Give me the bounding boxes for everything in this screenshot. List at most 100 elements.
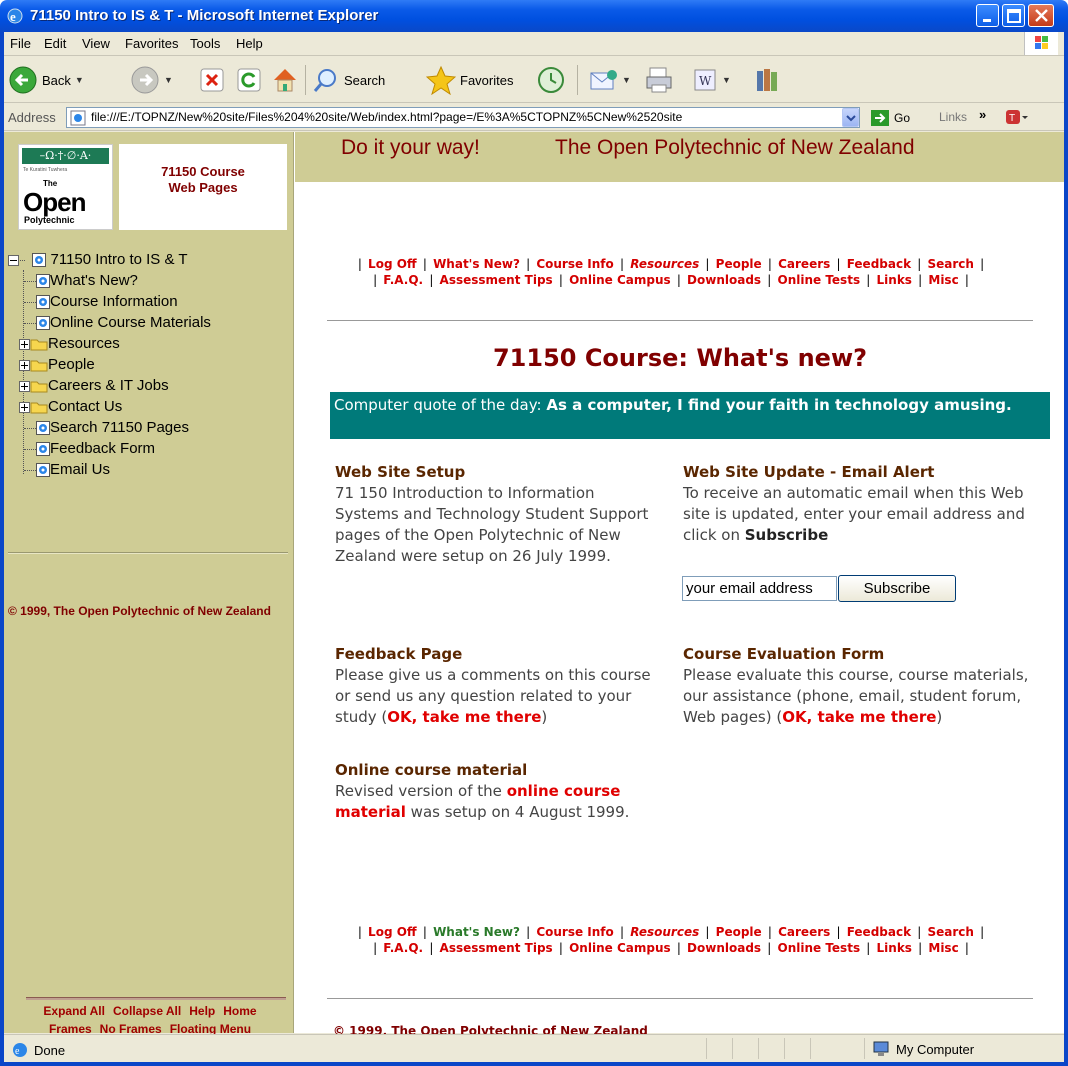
ie-app-icon[interactable]: e <box>6 7 24 25</box>
chevron-down-icon[interactable]: ▼ <box>164 75 173 85</box>
tree-item-feedback-form[interactable]: Feedback Form <box>24 439 155 460</box>
address-input[interactable]: file:///E:/TOPNZ/New%20site/Files%204%20… <box>66 107 860 128</box>
home-button[interactable] <box>270 64 300 96</box>
mail-button[interactable]: ▼ <box>588 64 631 96</box>
tree-item-careers-it-jobs[interactable]: Careers & IT Jobs <box>19 376 169 397</box>
bottom-nav-people-link[interactable]: People <box>716 925 762 939</box>
chevron-down-icon[interactable]: ▼ <box>75 75 84 85</box>
email-field[interactable] <box>682 576 837 601</box>
bottom-nav-misc-link[interactable]: Misc <box>928 941 958 955</box>
bottom-nav-what-s-new-link[interactable]: What's New? <box>433 925 520 939</box>
top-nav-people-link[interactable]: People <box>716 257 762 271</box>
top-nav-online-campus-link[interactable]: Online Campus <box>569 273 671 287</box>
bottom-nav-feedback-link[interactable]: Feedback <box>847 925 911 939</box>
history-button[interactable] <box>536 64 566 96</box>
open-polytechnic-logo[interactable]: –Ω·†·∅·A· Te Kuratini Tuwhera The Open P… <box>18 144 113 230</box>
tree-item-search-71150-pages[interactable]: Search 71150 Pages <box>24 418 189 439</box>
top-nav: | Log Off | What's New? | Course Info | … <box>315 256 1027 288</box>
bottom-nav-careers-link[interactable]: Careers <box>778 925 830 939</box>
close-button[interactable] <box>1028 4 1054 27</box>
tree-item-what-s-new[interactable]: What's New? <box>24 271 138 292</box>
feedback-section: Feedback Page Please give us a comments … <box>335 644 665 728</box>
menu-view[interactable]: View <box>82 36 110 51</box>
top-nav-online-tests-link[interactable]: Online Tests <box>778 273 861 287</box>
window-frame: File Edit View Favorites Tools Help Back… <box>0 32 1068 1066</box>
forward-button[interactable]: ▼ <box>130 64 173 96</box>
tree-item-resources[interactable]: Resources <box>19 334 120 355</box>
top-nav-search-link[interactable]: Search <box>927 257 973 271</box>
tree-item-contact-us[interactable]: Contact Us <box>19 397 122 418</box>
bottom-nav-f-a-q-link[interactable]: F.A.Q. <box>383 941 423 955</box>
chevron-down-icon[interactable]: ▼ <box>622 75 631 85</box>
feedback-link[interactable]: OK, take me there <box>387 708 541 726</box>
top-nav-feedback-link[interactable]: Feedback <box>847 257 911 271</box>
top-nav-what-s-new-link[interactable]: What's New? <box>433 257 520 271</box>
quote-of-the-day: Computer quote of the day: As a computer… <box>330 392 1050 439</box>
bottom-nav-resources-link[interactable]: Resources <box>630 925 699 939</box>
expand-plus-icon[interactable] <box>19 380 30 392</box>
expand-plus-icon[interactable] <box>19 359 30 371</box>
address-dropdown[interactable] <box>842 108 859 127</box>
top-nav-f-a-q-link[interactable]: F.A.Q. <box>383 273 423 287</box>
research-button[interactable] <box>752 64 782 96</box>
expand-all-link[interactable]: Expand All <box>43 1004 105 1018</box>
chevron-down-icon[interactable]: ▼ <box>722 75 731 85</box>
security-zone[interactable]: My Computer <box>872 1041 974 1057</box>
top-nav-careers-link[interactable]: Careers <box>778 257 830 271</box>
translate-icon[interactable]: T <box>1004 108 1028 128</box>
print-button[interactable] <box>644 64 674 96</box>
collapse-minus-icon[interactable] <box>8 254 19 266</box>
help-link[interactable]: Help <box>189 1004 215 1018</box>
go-button[interactable]: Go <box>870 109 910 127</box>
maximize-button[interactable] <box>1002 4 1025 27</box>
menu-tools[interactable]: Tools <box>190 36 220 51</box>
top-nav-resources-link[interactable]: Resources <box>630 257 699 271</box>
top-nav-assessment-tips-link[interactable]: Assessment Tips <box>440 273 553 287</box>
banner-org-name: The Open Polytechnic of New Zealand <box>555 136 915 159</box>
collapse-all-link[interactable]: Collapse All <box>113 1004 181 1018</box>
bottom-nav-online-campus-link[interactable]: Online Campus <box>569 941 671 955</box>
subscribe-button[interactable]: Subscribe <box>838 575 956 602</box>
stop-button[interactable] <box>199 64 225 96</box>
home-link[interactable]: Home <box>223 1004 256 1018</box>
top-nav-downloads-link[interactable]: Downloads <box>687 273 761 287</box>
favorites-button[interactable]: Favorites <box>426 64 513 96</box>
top-nav-log-off-link[interactable]: Log Off <box>368 257 417 271</box>
bottom-nav-row1: | Log Off | What's New? | Course Info | … <box>357 925 985 939</box>
refresh-button[interactable] <box>236 64 262 96</box>
status-bar: e Done My Computer <box>4 1034 1064 1062</box>
online-material-section: Online course material Revised version o… <box>335 760 675 823</box>
bottom-nav-downloads-link[interactable]: Downloads <box>687 941 761 955</box>
bottom-nav-course-info-link[interactable]: Course Info <box>536 925 613 939</box>
menu-edit[interactable]: Edit <box>44 36 66 51</box>
web-site-setup-section: Web Site Setup 71 150 Introduction to In… <box>335 462 655 567</box>
back-button[interactable]: Back ▼ <box>8 64 84 96</box>
evaluation-link[interactable]: OK, take me there <box>782 708 936 726</box>
svg-text:T: T <box>1009 113 1015 124</box>
top-nav-links-link[interactable]: Links <box>877 273 912 287</box>
menu-favorites[interactable]: Favorites <box>125 36 178 51</box>
expand-plus-icon[interactable] <box>19 401 30 413</box>
status-pane <box>864 1038 865 1059</box>
minimize-button[interactable] <box>976 4 999 27</box>
top-nav-course-info-link[interactable]: Course Info <box>536 257 613 271</box>
menu-file[interactable]: File <box>10 36 31 51</box>
expand-plus-icon[interactable] <box>19 338 30 350</box>
bottom-nav-search-link[interactable]: Search <box>927 925 973 939</box>
email-alert-section: Web Site Update - Email Alert To receive… <box>683 462 1053 546</box>
menu-help[interactable]: Help <box>236 36 263 51</box>
bottom-nav-log-off-link[interactable]: Log Off <box>368 925 417 939</box>
links-toolbar[interactable]: Links <box>939 110 967 124</box>
top-nav-misc-link[interactable]: Misc <box>928 273 958 287</box>
tree-item-course-information[interactable]: Course Information <box>24 292 178 313</box>
bottom-nav-online-tests-link[interactable]: Online Tests <box>778 941 861 955</box>
tree-item-online-course-materials[interactable]: Online Course Materials <box>24 313 211 334</box>
bottom-nav-links-link[interactable]: Links <box>877 941 912 955</box>
tree-item-people[interactable]: People <box>19 355 95 376</box>
search-button[interactable]: Search <box>312 64 385 96</box>
tree-root[interactable]: 71150 Intro to IS & T <box>8 250 188 271</box>
tree-item-email-us[interactable]: Email Us <box>24 460 110 481</box>
bottom-nav-assessment-tips-link[interactable]: Assessment Tips <box>440 941 553 955</box>
edit-word-button[interactable]: W ▼ <box>692 64 731 96</box>
links-chevron-icon[interactable]: » <box>979 107 986 122</box>
